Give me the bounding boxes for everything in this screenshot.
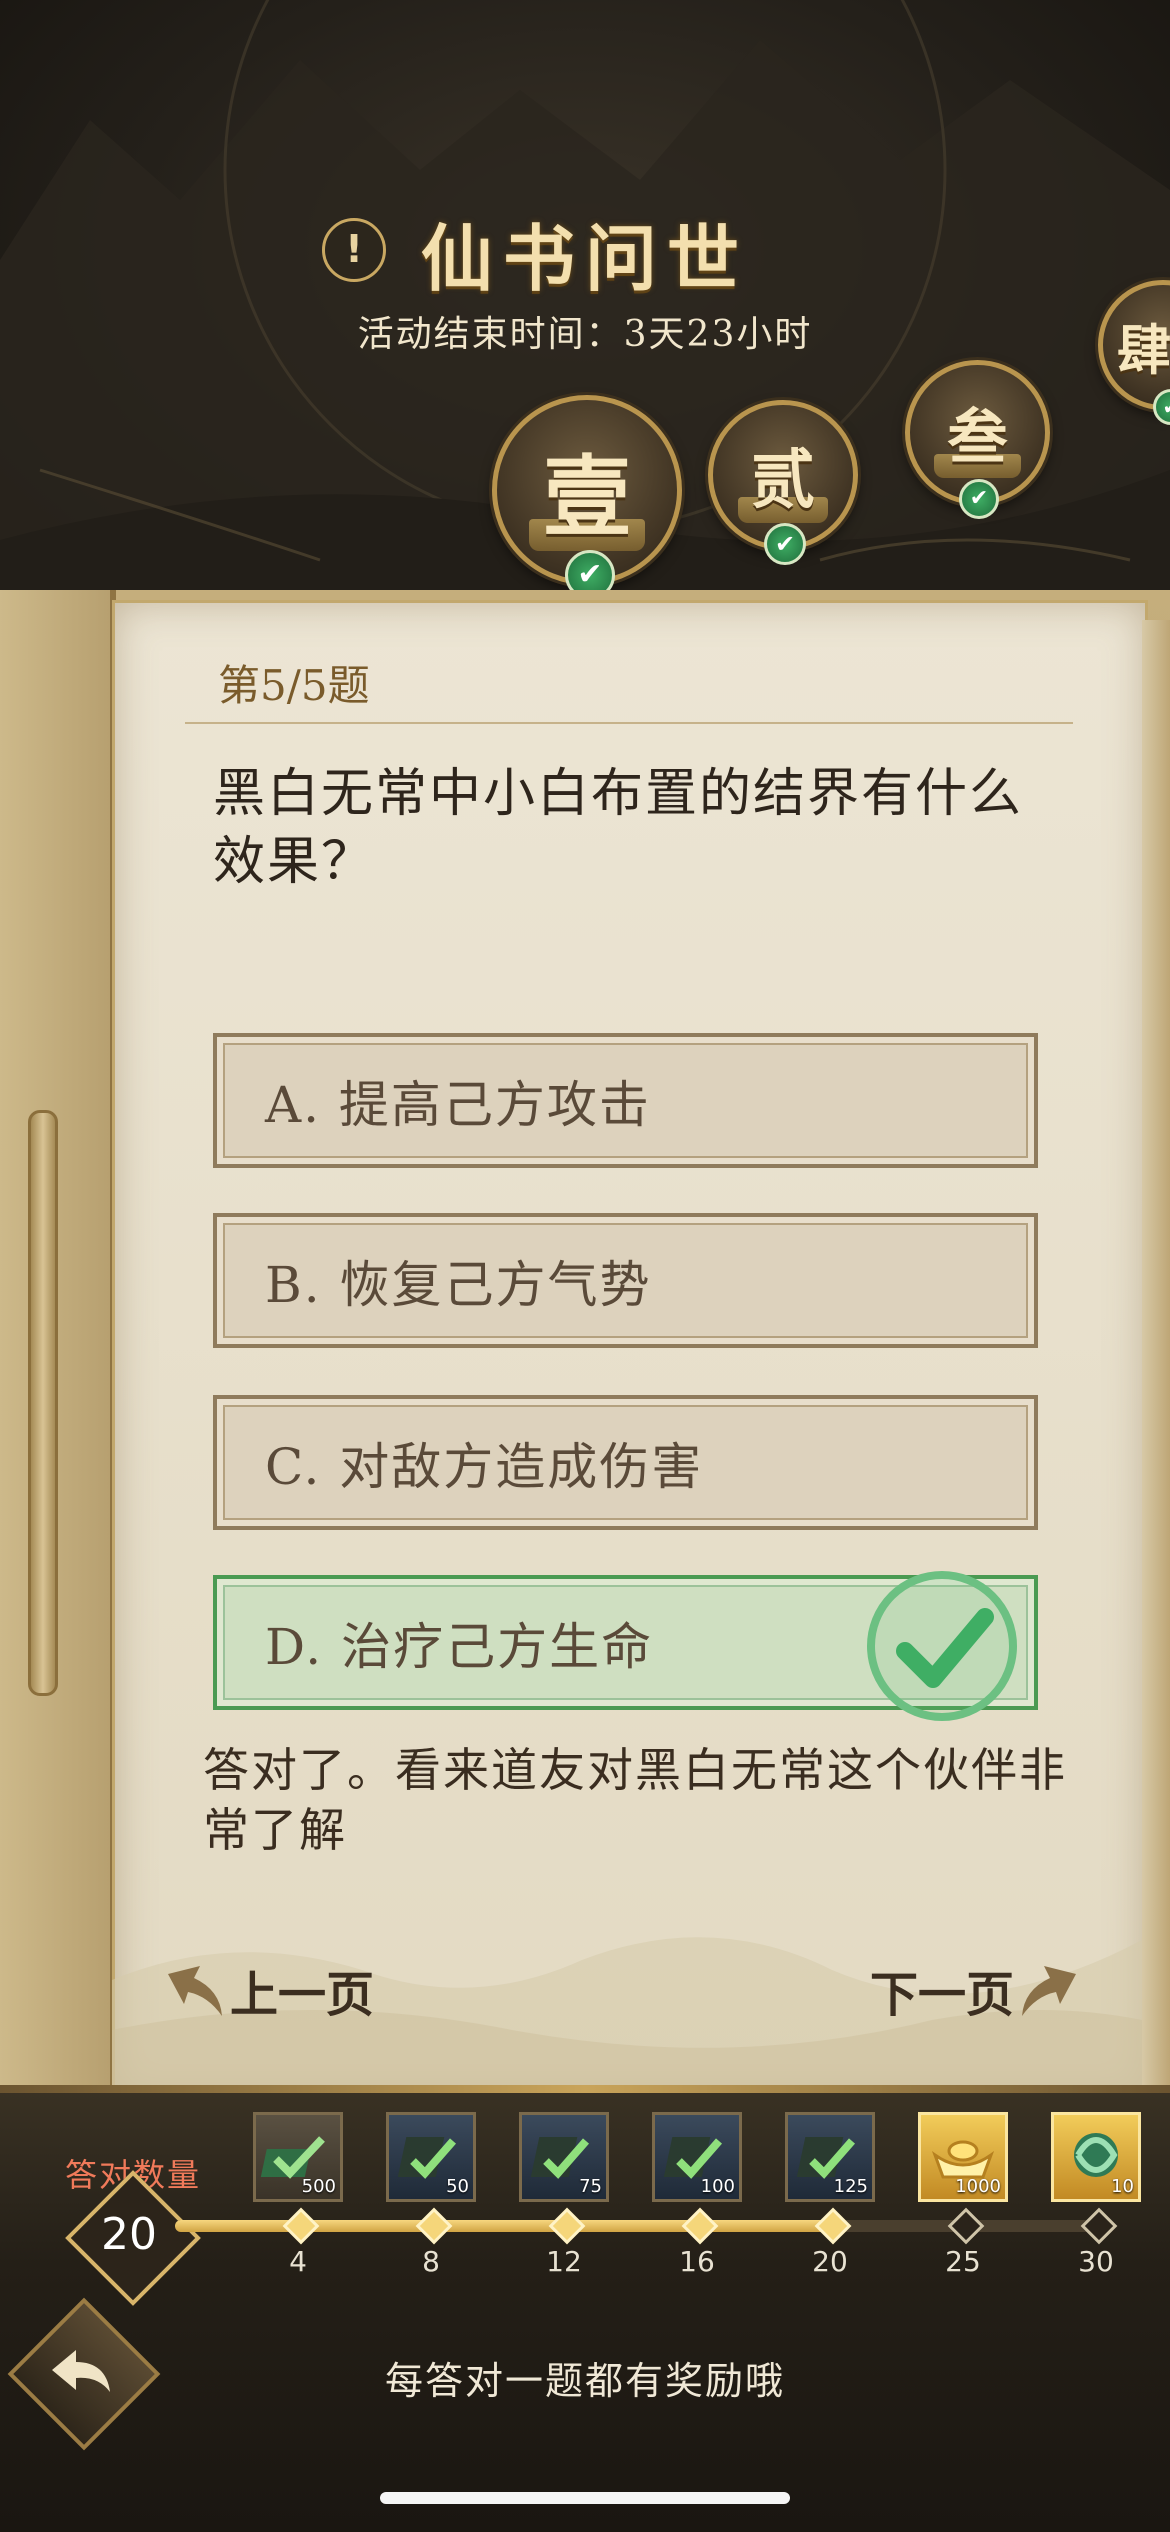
arrow-right-icon: [1022, 1966, 1077, 2016]
book-spine: [0, 590, 116, 2100]
option-d-label: D. 治疗己方生命: [265, 1617, 654, 1676]
reward-3[interactable]: 75: [519, 2112, 609, 2202]
reward-4[interactable]: 100: [652, 2112, 742, 2202]
reward-3-qty: 75: [579, 2176, 602, 2197]
prev-page-button[interactable]: 上一页: [160, 1955, 374, 2025]
chapter-4-glyph: 肆: [1117, 317, 1170, 382]
prev-page-label: 上一页: [230, 1967, 375, 2023]
reward-2[interactable]: 50: [386, 2112, 476, 2202]
next-page-button[interactable]: 下一页: [870, 1955, 1084, 2025]
option-b-label: B. 恢复己方气势: [265, 1255, 652, 1314]
divider: [185, 722, 1073, 724]
home-indicator[interactable]: [380, 2492, 790, 2504]
milestone-label: 25: [945, 2245, 981, 2278]
question-number: 第5/5题: [218, 661, 370, 710]
reward-7-qty: 10: [1111, 2176, 1134, 2197]
option-a-button[interactable]: A. 提高己方攻击: [213, 1033, 1038, 1168]
reward-hint: 每答对一题都有奖励哦: [384, 2359, 785, 2403]
next-page-label: 下一页: [870, 1967, 1015, 2023]
option-a-label: A. 提高己方攻击: [265, 1075, 651, 1134]
chapter-1-button[interactable]: 壹 ✔: [492, 395, 682, 600]
chapter-4-button[interactable]: 肆 ✔: [1098, 280, 1170, 425]
correct-check-icon: [867, 1571, 1017, 1721]
answer-feedback: 答对了。看来道友对黑白无常这个伙伴非常了解: [203, 1743, 1067, 1857]
reward-1[interactable]: 500: [253, 2112, 343, 2202]
event-title: 仙书问世: [420, 216, 749, 301]
check-icon: ✔: [959, 479, 999, 519]
chapter-2-button[interactable]: 贰 ✔: [708, 400, 858, 565]
page-edge: [1142, 620, 1170, 2090]
progress-fill: [175, 2220, 830, 2232]
milestone-label: 8: [422, 2245, 440, 2278]
reward-7[interactable]: 10: [1051, 2112, 1141, 2202]
option-d-button[interactable]: D. 治疗己方生命: [213, 1571, 1038, 1721]
reward-5-qty: 125: [833, 2176, 868, 2197]
reward-6-qty: 1000: [955, 2176, 1001, 2197]
reward-2-qty: 50: [446, 2176, 469, 2197]
event-end-time: 活动结束时间：3天23小时: [357, 314, 813, 355]
reward-4-qty: 100: [700, 2176, 735, 2197]
bottom-bar-border: [0, 2085, 1170, 2093]
reward-6[interactable]: 1000: [918, 2112, 1008, 2202]
check-icon: ✔: [764, 523, 806, 565]
question-text: 黑白无常中小白布置的结界有什么效果？: [213, 764, 1024, 892]
milestone-label: 16: [679, 2245, 715, 2278]
arrow-left-icon: [168, 1966, 222, 2016]
scrollbar[interactable]: [28, 1110, 58, 1696]
option-c-label: C. 对敌方造成伤害: [265, 1437, 704, 1496]
chapter-3-button[interactable]: 叁 ✔: [905, 360, 1050, 519]
milestone-label: 30: [1078, 2245, 1114, 2278]
milestone-label: 20: [812, 2245, 848, 2278]
reward-1-qty: 500: [301, 2176, 336, 2197]
milestone-label: 12: [546, 2245, 582, 2278]
correct-count-value: 20: [101, 2208, 157, 2260]
option-b-button[interactable]: B. 恢复己方气势: [213, 1213, 1038, 1348]
option-c-button[interactable]: C. 对敌方造成伤害: [213, 1395, 1038, 1530]
milestone-label: 4: [289, 2245, 307, 2278]
reward-5[interactable]: 125: [785, 2112, 875, 2202]
